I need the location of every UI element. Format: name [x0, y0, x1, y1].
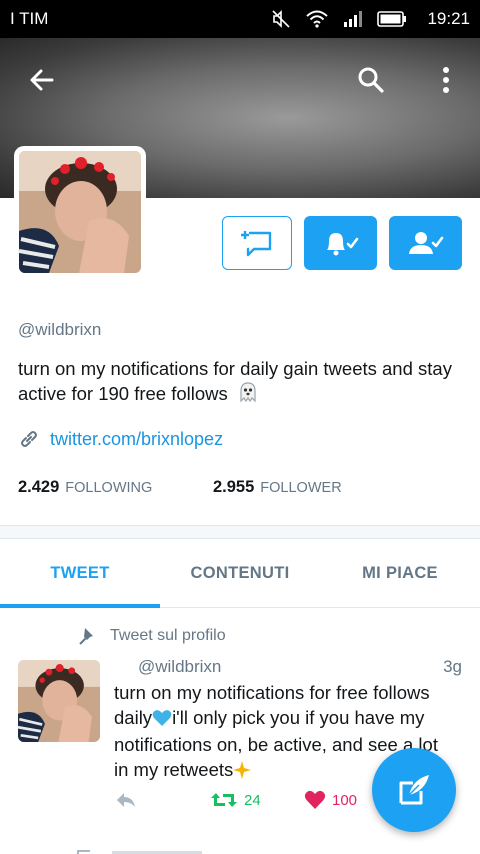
tweet-handle[interactable]: @wildbrixn — [138, 657, 221, 677]
mute-icon — [271, 9, 291, 29]
like-count: 100 — [332, 791, 358, 809]
profile-link[interactable]: twitter.com/brixnlopez — [18, 428, 223, 450]
tab-mi-piace[interactable]: MI PIACE — [320, 540, 480, 607]
followers-count: 2.955 — [213, 478, 255, 496]
tweet-avatar[interactable] — [18, 660, 100, 742]
reply-button[interactable] — [114, 790, 138, 810]
pinned-text: Tweet sul profilo — [110, 627, 226, 644]
profile-bio: turn on my notifications for daily gain … — [18, 356, 466, 409]
signal-icon — [343, 10, 363, 28]
arrow-left-icon — [30, 69, 54, 91]
clock: 19:21 — [427, 9, 470, 28]
pinned-tweet-label: Tweet sul profilo — [78, 626, 226, 646]
bell-check-icon — [326, 233, 358, 256]
profile-url[interactable]: twitter.com/brixnlopez — [50, 429, 223, 450]
direct-message-icon — [241, 231, 272, 257]
following-count: 2.429 — [18, 478, 60, 496]
tweet-actions: 24 100 — [114, 790, 414, 816]
notifications-button[interactable] — [304, 216, 377, 270]
retweet-icon — [211, 793, 237, 807]
profile-stats: 2.429 FOLLOWING 2.955 FOLLOWER — [18, 478, 342, 497]
carrier-name: I TIM — [10, 9, 49, 28]
link-icon — [21, 431, 37, 447]
status-icons: 19:21 — [271, 9, 470, 29]
more-options-button[interactable] — [422, 56, 470, 104]
ghost-emoji-icon — [237, 381, 259, 409]
message-button[interactable] — [222, 216, 292, 270]
overflow-menu-icon — [443, 67, 449, 93]
avatar-photo — [19, 151, 141, 273]
compose-quill-icon — [399, 775, 429, 805]
user-check-icon — [408, 232, 443, 254]
wifi-icon — [305, 9, 329, 29]
like-button[interactable]: 100 — [304, 790, 357, 810]
followers-stat[interactable]: 2.955 FOLLOWER — [213, 478, 342, 497]
followers-label: FOLLOWER — [260, 480, 342, 496]
tab-contenuti[interactable]: CONTENUTI — [160, 540, 320, 607]
following-label: FOLLOWING — [65, 480, 153, 496]
profile-avatar[interactable] — [14, 146, 146, 278]
sparkle-emoji-icon — [233, 760, 252, 786]
search-icon — [358, 67, 384, 93]
following-stat[interactable]: 2.429 FOLLOWING — [18, 478, 213, 497]
profile-tabs: TWEET CONTENUTI MI PIACE — [0, 540, 480, 608]
reply-icon — [117, 793, 135, 807]
following-button[interactable] — [389, 216, 462, 270]
battery-icon — [377, 10, 407, 28]
pin-icon — [79, 628, 93, 645]
blue-heart-emoji-icon — [152, 709, 172, 734]
tab-tweet[interactable]: TWEET — [0, 540, 160, 608]
status-bar: I TIM 19:21 — [0, 0, 480, 38]
compose-tweet-button[interactable] — [372, 748, 456, 832]
next-tweet-peek — [76, 844, 276, 854]
section-divider — [0, 525, 480, 539]
bio-text: turn on my notifications for daily gain … — [18, 358, 452, 404]
tweet-timestamp: 3g — [443, 657, 462, 676]
retweet-button[interactable]: 24 — [210, 790, 261, 810]
back-button[interactable] — [18, 56, 66, 104]
profile-handle: @wildbrixn — [18, 320, 102, 339]
retweet-count: 24 — [244, 791, 261, 809]
search-button[interactable] — [347, 56, 395, 104]
heart-icon — [304, 790, 326, 809]
